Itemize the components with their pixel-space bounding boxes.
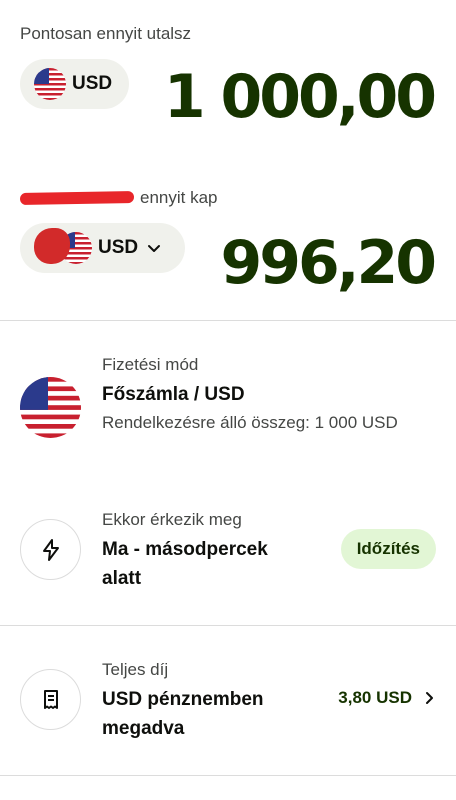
us-flag-icon <box>34 68 66 100</box>
divider <box>0 320 456 321</box>
arrival-caption: Ekkor érkezik meg <box>102 510 242 529</box>
lightning-icon <box>20 519 81 580</box>
us-flag-icon <box>20 377 81 438</box>
receive-label-text: ennyit kap <box>140 188 218 207</box>
divider <box>0 625 456 626</box>
send-amount[interactable]: 1 000,00 <box>164 62 437 132</box>
send-currency-selector[interactable]: USD <box>20 59 129 109</box>
receive-currency-code: USD <box>98 237 139 258</box>
receipt-icon <box>20 669 81 730</box>
divider <box>0 775 456 776</box>
receive-amount[interactable]: 996,20 <box>220 228 437 298</box>
fee-details-link[interactable]: 3,80 USD <box>338 688 436 708</box>
payment-method-balance: Rendelkezésre álló összeg: 1 000 USD <box>102 413 398 432</box>
fee-value: 3,80 USD <box>338 688 412 707</box>
chevron-down-icon <box>148 245 161 252</box>
redacted-recipient-name <box>19 191 135 205</box>
send-currency-code: USD <box>72 73 113 94</box>
fee-title: USD pénznemben megadva <box>102 689 264 739</box>
payment-method-caption: Fizetési mód <box>102 355 199 374</box>
redaction-mark <box>34 228 70 264</box>
chevron-right-icon <box>426 692 433 704</box>
fee-caption: Teljes díj <box>102 660 169 679</box>
schedule-button[interactable]: Időzítés <box>340 529 436 569</box>
arrival-title: Ma - másodpercek alatt <box>102 539 268 589</box>
send-label: Pontosan ennyit utalsz <box>20 24 192 43</box>
payment-method-title[interactable]: Főszámla / USD <box>102 380 245 409</box>
receive-label: ennyit kap <box>19 188 218 208</box>
